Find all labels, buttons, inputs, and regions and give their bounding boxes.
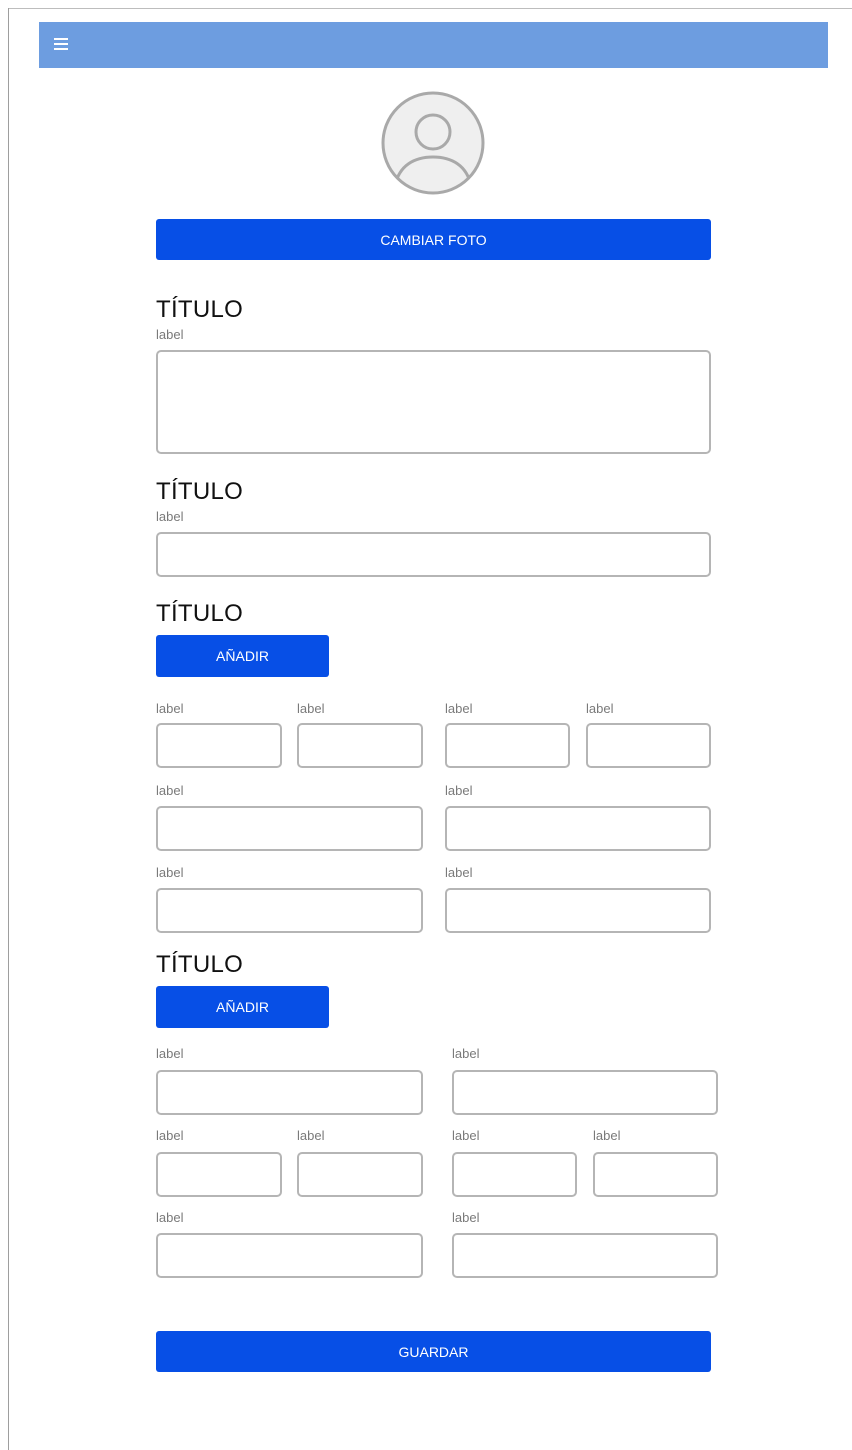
section-3-row-1-input-1[interactable]	[156, 723, 282, 768]
section-4-row-2-label-4: label	[593, 1128, 621, 1143]
section-4-row-1-input-2[interactable]	[452, 1070, 718, 1115]
section-4-row-1-label-1: label	[156, 1046, 184, 1061]
section-3-row-1-input-2[interactable]	[297, 723, 423, 768]
section-1-title: TÍTULO	[156, 296, 244, 323]
change-photo-button[interactable]: CAMBIAR FOTO	[156, 219, 711, 260]
section-4-row-3-input-1[interactable]	[156, 1233, 423, 1278]
section-4-row-2-label-3: label	[452, 1128, 480, 1143]
section-2-title: TÍTULO	[156, 478, 244, 505]
section-3-row-2-input-1[interactable]	[156, 806, 423, 851]
section-1-textarea[interactable]	[156, 350, 711, 454]
section-4-row-2-input-4[interactable]	[593, 1152, 718, 1197]
section-3-row-1-input-3[interactable]	[445, 723, 570, 768]
section-4-title: TÍTULO	[156, 951, 244, 978]
frame-left-border	[8, 8, 9, 1450]
section-3-row-3-input-1[interactable]	[156, 888, 423, 933]
section-4-add-button[interactable]: AÑADIR	[156, 986, 329, 1028]
section-3-row-2-input-2[interactable]	[445, 806, 711, 851]
section-3-row-1-label-4: label	[586, 701, 614, 716]
section-3-row-1-input-4[interactable]	[586, 723, 711, 768]
section-4-row-3-label-1: label	[156, 1210, 184, 1225]
section-2-field-label: label	[156, 509, 184, 524]
frame-top-border	[8, 8, 852, 9]
section-2-input[interactable]	[156, 532, 711, 577]
section-4-row-3-label-2: label	[452, 1210, 480, 1225]
section-4-row-2-input-1[interactable]	[156, 1152, 282, 1197]
section-4-row-1-label-2: label	[452, 1046, 480, 1061]
section-3-row-3-label-2: label	[445, 865, 473, 880]
hamburger-menu-icon[interactable]	[54, 38, 68, 50]
section-3-row-2-label-2: label	[445, 783, 473, 798]
section-4-row-1-input-1[interactable]	[156, 1070, 423, 1115]
section-3-row-3-label-1: label	[156, 865, 184, 880]
app-bar	[39, 22, 828, 68]
section-4-row-2-label-2: label	[297, 1128, 325, 1143]
section-3-title: TÍTULO	[156, 600, 244, 627]
section-4-row-2-input-3[interactable]	[452, 1152, 577, 1197]
section-3-add-button[interactable]: AÑADIR	[156, 635, 329, 677]
user-avatar-icon	[381, 91, 485, 195]
section-3-row-1-label-3: label	[445, 701, 473, 716]
section-4-row-2-input-2[interactable]	[297, 1152, 423, 1197]
section-4-row-3-input-2[interactable]	[452, 1233, 718, 1278]
section-1-field-label: label	[156, 327, 184, 342]
section-3-row-1-label-1: label	[156, 701, 184, 716]
section-4-row-2-label-1: label	[156, 1128, 184, 1143]
section-3-row-1-label-2: label	[297, 701, 325, 716]
section-3-row-2-label-1: label	[156, 783, 184, 798]
section-3-row-3-input-2[interactable]	[445, 888, 711, 933]
save-button[interactable]: GUARDAR	[156, 1331, 711, 1372]
